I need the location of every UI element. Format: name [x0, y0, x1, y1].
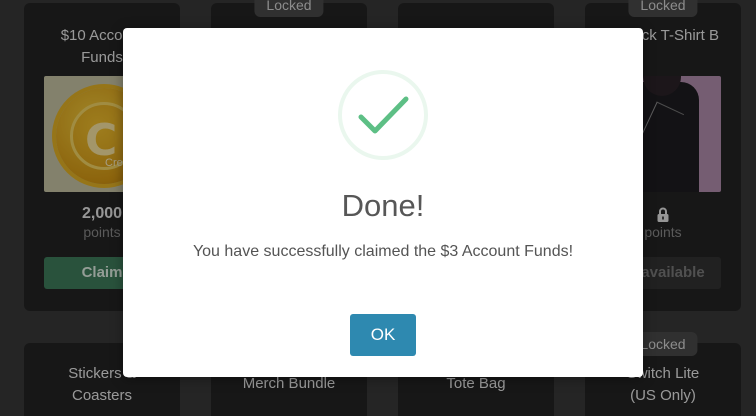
ok-button[interactable]: OK — [350, 314, 416, 356]
success-dialog: Done! You have successfully claimed the … — [123, 28, 643, 377]
success-checkmark-icon — [338, 70, 428, 160]
dialog-message: You have successfully claimed the $3 Acc… — [192, 243, 574, 260]
dialog-title: Done! — [341, 188, 425, 223]
